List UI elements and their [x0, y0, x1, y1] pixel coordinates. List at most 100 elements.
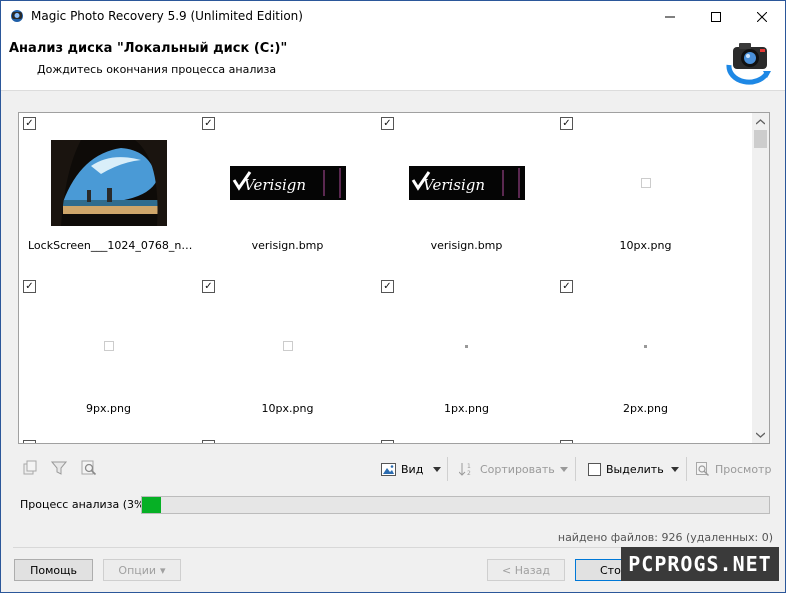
close-icon — [757, 11, 767, 22]
help-button-label: Помощь — [30, 563, 77, 577]
file-item[interactable]: ✓ 2px.png — [556, 276, 735, 439]
file-item[interactable]: ✓ 10px.png — [556, 113, 735, 276]
sort-label: Сортировать — [480, 462, 555, 476]
progress-fill — [142, 497, 161, 513]
file-thumbnail — [19, 296, 198, 396]
progress-label: Процесс анализа (3%) — [20, 498, 149, 511]
select-all-checkbox[interactable] — [588, 462, 601, 476]
title-bar: Magic Photo Recovery 5.9 (Unlimited Edit… — [1, 1, 785, 32]
tiny-image-icon — [465, 344, 468, 348]
svg-text:Verisign: Verisign — [423, 176, 485, 194]
file-item[interactable]: ✓ 9px.png — [19, 276, 198, 439]
file-checkbox[interactable]: ✓ — [381, 117, 394, 130]
camera-logo-icon — [726, 43, 771, 85]
maximize-icon — [711, 11, 721, 22]
file-name: 1px.png — [444, 402, 489, 415]
chevron-up-icon — [756, 118, 765, 124]
view-dropdown-button[interactable] — [431, 460, 443, 478]
file-checkbox[interactable]: ✓ — [560, 280, 573, 293]
verisign-logo-icon: Verisign — [229, 166, 346, 200]
back-button[interactable]: < Назад — [487, 559, 565, 581]
sort-dropdown-button[interactable] — [558, 460, 570, 478]
back-button-label: < Назад — [502, 563, 550, 577]
minimize-icon — [665, 16, 675, 17]
svg-text:Verisign: Verisign — [244, 176, 306, 194]
minimize-button[interactable] — [647, 1, 693, 32]
preview-icon — [696, 461, 709, 476]
filter-icon — [51, 461, 67, 475]
search-file-icon — [81, 460, 97, 476]
select-button[interactable]: Выделить — [588, 459, 664, 479]
sort-button[interactable]: 1 2 Сортировать — [459, 459, 555, 479]
chevron-down-icon: ▾ — [160, 563, 166, 577]
file-checkbox-partial[interactable] — [23, 440, 36, 443]
toolbar-divider — [447, 457, 448, 481]
file-thumbnail: Verisign — [377, 133, 556, 233]
file-thumbnail — [556, 296, 735, 396]
file-name: 2px.png — [623, 402, 668, 415]
file-thumbnail: Verisign — [198, 133, 377, 233]
file-item[interactable]: ✓ Verisign verisign.bmp — [198, 113, 377, 276]
close-button[interactable] — [739, 1, 785, 32]
toolbar-divider — [575, 457, 576, 481]
page-title: Анализ диска "Локальный диск (C:)" — [9, 41, 288, 56]
file-name: verisign.bmp — [430, 239, 503, 252]
preview-label: Просмотр — [715, 462, 772, 476]
app-logo-icon — [11, 10, 23, 22]
options-button[interactable]: Опции ▾ — [103, 559, 181, 581]
file-checkbox[interactable]: ✓ — [23, 280, 36, 293]
filter-button[interactable] — [50, 459, 68, 477]
find-file-button[interactable] — [80, 459, 98, 477]
thumbnail-grid: ✓ LockScreen___1024_0768_not... ✓ Verisi… — [18, 112, 770, 444]
found-files-status: найдено файлов: 926 (удаленных: 0) — [557, 531, 773, 544]
scrollbar-thumb[interactable] — [754, 130, 767, 148]
file-thumbnail — [198, 296, 377, 396]
file-item[interactable]: ✓ LockScreen___1024_0768_not... — [19, 113, 198, 276]
tiny-image-icon — [640, 178, 651, 188]
lockscreen-photo-icon — [50, 140, 167, 226]
sort-icon: 1 2 — [459, 463, 471, 476]
tiny-image-icon — [103, 341, 114, 351]
window-title: Magic Photo Recovery 5.9 (Unlimited Edit… — [31, 9, 303, 23]
file-name: 10px.png — [619, 239, 672, 252]
file-checkbox-partial[interactable] — [560, 440, 573, 443]
scroll-up-button[interactable] — [752, 113, 769, 130]
tiny-image-icon — [282, 341, 293, 351]
chevron-down-icon — [433, 466, 441, 472]
verisign-logo-icon: Verisign — [408, 166, 525, 200]
select-label: Выделить — [606, 462, 664, 476]
view-button[interactable]: Вид — [381, 459, 423, 479]
file-checkbox[interactable]: ✓ — [202, 117, 215, 130]
preview-button[interactable]: Просмотр — [696, 459, 771, 479]
options-button-label: Опции — [118, 563, 157, 577]
file-thumbnail — [377, 296, 556, 396]
vertical-scrollbar[interactable] — [752, 113, 769, 443]
chevron-down-icon — [671, 466, 679, 472]
app-window: Magic Photo Recovery 5.9 (Unlimited Edit… — [0, 0, 786, 593]
file-checkbox[interactable]: ✓ — [202, 280, 215, 293]
copy-icon — [23, 460, 37, 475]
file-item[interactable]: ✓ Verisign verisign.bmp — [377, 113, 556, 276]
file-name: 9px.png — [86, 402, 131, 415]
file-checkbox[interactable]: ✓ — [381, 280, 394, 293]
file-name: 10px.png — [261, 402, 314, 415]
view-label: Вид — [401, 462, 424, 476]
chevron-down-icon — [756, 432, 765, 438]
file-name: LockScreen___1024_0768_not... — [28, 239, 196, 252]
scroll-down-button[interactable] — [752, 426, 769, 443]
toolbar-divider — [686, 457, 687, 481]
file-checkbox[interactable]: ✓ — [23, 117, 36, 130]
file-item[interactable]: ✓ 10px.png — [198, 276, 377, 439]
file-checkbox-partial[interactable] — [202, 440, 215, 443]
file-checkbox-partial[interactable] — [381, 440, 394, 443]
select-dropdown-button[interactable] — [669, 460, 681, 478]
help-button[interactable]: Помощь — [14, 559, 93, 581]
wizard-header: Анализ диска "Локальный диск (C:)" Дожди… — [1, 32, 785, 91]
file-checkbox[interactable]: ✓ — [560, 117, 573, 130]
maximize-button[interactable] — [693, 1, 739, 32]
view-icon — [381, 462, 396, 476]
file-item[interactable]: ✓ 1px.png — [377, 276, 556, 439]
page-subtitle: Дождитесь окончания процесса анализа — [37, 63, 277, 76]
copy-button[interactable] — [21, 459, 39, 477]
watermark-logo: PCPROGS.NET — [621, 547, 779, 581]
